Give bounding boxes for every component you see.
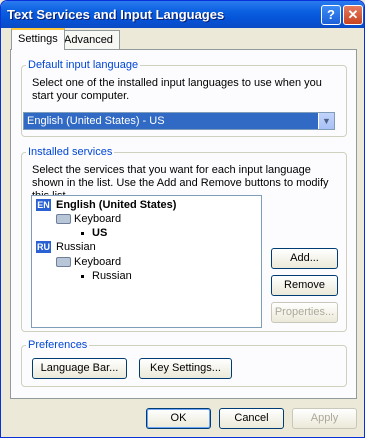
default-language-value: English (United States) - US — [27, 115, 165, 127]
preferences-legend: Preferences — [28, 339, 88, 351]
add-button[interactable]: Add... — [271, 248, 338, 269]
properties-button[interactable]: Properties... — [271, 302, 338, 323]
window-title: Text Services and Input Languages — [7, 7, 225, 22]
language-badge-icon: EN — [36, 199, 51, 211]
key-settings-button[interactable]: Key Settings... — [139, 358, 232, 379]
tree-service-us[interactable]: US — [92, 227, 107, 239]
default-language-select[interactable]: English (United States) - US ▼ — [23, 112, 335, 130]
cancel-button[interactable]: Cancel — [219, 408, 284, 429]
chevron-down-icon[interactable]: ▼ — [318, 113, 334, 129]
tree-service-russian[interactable]: Russian — [92, 270, 132, 282]
language-badge-icon: RU — [36, 241, 51, 253]
default-language-legend: Default input language — [28, 59, 139, 71]
tree-language-english[interactable]: English (United States) — [56, 199, 176, 211]
language-bar-button[interactable]: Language Bar... — [32, 358, 127, 379]
keyboard-icon — [56, 214, 71, 224]
tab-settings[interactable]: Settings — [11, 28, 65, 50]
tree-language-russian[interactable]: Russian — [56, 241, 96, 253]
default-language-description: Select one of the installed input langua… — [32, 77, 322, 102]
dialog-window: Text Services and Input Languages ? ✕ Se… — [0, 0, 365, 438]
services-tree[interactable]: EN English (United States) Keyboard US R… — [31, 195, 262, 328]
tree-category-keyboard[interactable]: Keyboard — [74, 213, 121, 225]
bullet-icon — [81, 232, 84, 235]
help-button[interactable]: ? — [321, 5, 341, 25]
close-button[interactable]: ✕ — [343, 5, 363, 25]
title-bar[interactable]: Text Services and Input Languages ? ✕ — [1, 1, 364, 28]
installed-services-legend: Installed services — [28, 146, 113, 158]
bullet-icon — [81, 275, 84, 278]
ok-button[interactable]: OK — [146, 408, 211, 429]
tree-category-keyboard[interactable]: Keyboard — [74, 256, 121, 268]
tab-advanced[interactable]: Advanced — [57, 30, 120, 51]
apply-button[interactable]: Apply — [292, 408, 357, 429]
keyboard-icon — [56, 257, 71, 267]
remove-button[interactable]: Remove — [271, 275, 338, 296]
